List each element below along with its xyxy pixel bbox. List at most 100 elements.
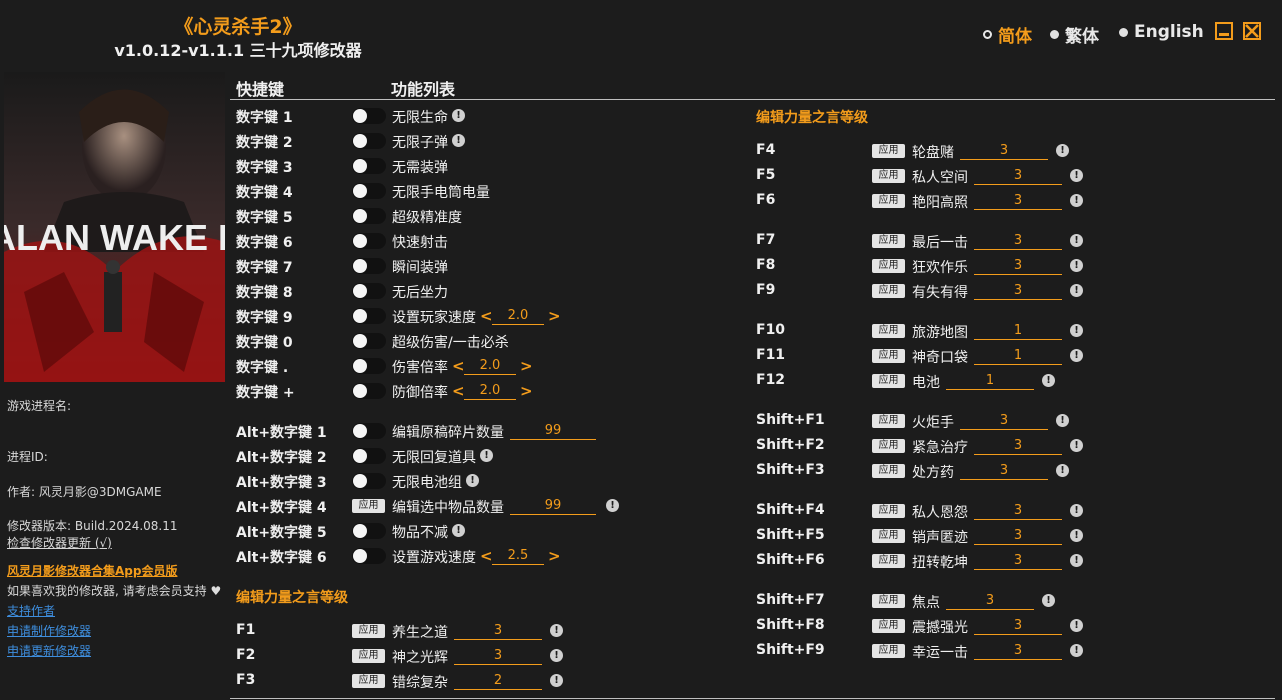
toggle-switch[interactable] [352, 358, 386, 374]
value-input[interactable]: 3 [974, 438, 1062, 455]
value-input[interactable]: 3 [960, 463, 1048, 480]
apply-button[interactable]: 应用 [352, 624, 385, 638]
support-author-link[interactable]: 支持作者 [7, 602, 55, 619]
apply-button[interactable]: 应用 [872, 644, 905, 658]
apply-button[interactable]: 应用 [352, 649, 385, 663]
info-icon[interactable]: ! [1070, 234, 1083, 247]
request-trainer-link[interactable]: 申请制作修改器 [7, 622, 91, 639]
info-icon[interactable]: ! [1070, 194, 1083, 207]
toggle-switch[interactable] [352, 183, 386, 199]
info-icon[interactable]: ! [550, 649, 563, 662]
toggle-switch[interactable] [352, 548, 386, 564]
value-input[interactable]: 3 [974, 233, 1062, 250]
info-icon[interactable]: ! [452, 524, 465, 537]
info-icon[interactable]: ! [1070, 324, 1083, 337]
info-icon[interactable]: ! [550, 624, 563, 637]
apply-button[interactable]: 应用 [872, 554, 905, 568]
apply-button[interactable]: 应用 [872, 439, 905, 453]
info-icon[interactable]: ! [1070, 644, 1083, 657]
value-input[interactable]: 1 [946, 373, 1034, 390]
info-icon[interactable]: ! [1070, 169, 1083, 182]
info-icon[interactable]: ! [1056, 144, 1069, 157]
value-input[interactable]: 2.0 [492, 308, 544, 325]
decrease-arrow[interactable]: < [480, 308, 493, 324]
value-input[interactable]: 1 [974, 348, 1062, 365]
value-input[interactable]: 1 [974, 323, 1062, 340]
info-icon[interactable]: ! [1070, 439, 1083, 452]
vip-app-link[interactable]: 风灵月影修改器合集App会员版 [7, 562, 177, 579]
info-icon[interactable]: ! [1042, 594, 1055, 607]
toggle-switch[interactable] [352, 448, 386, 464]
lang-simplified[interactable]: 简体 [983, 22, 1032, 47]
apply-button[interactable]: 应用 [872, 504, 905, 518]
info-icon[interactable]: ! [1042, 374, 1055, 387]
value-input[interactable]: 3 [974, 193, 1062, 210]
info-icon[interactable]: ! [606, 499, 619, 512]
increase-arrow[interactable]: > [548, 548, 561, 564]
apply-button[interactable]: 应用 [352, 499, 385, 513]
value-input[interactable]: 3 [974, 553, 1062, 570]
increase-arrow[interactable]: > [520, 358, 533, 374]
apply-button[interactable]: 应用 [872, 144, 905, 158]
toggle-switch[interactable] [352, 108, 386, 124]
info-icon[interactable]: ! [1070, 259, 1083, 272]
value-input[interactable]: 3 [974, 168, 1062, 185]
info-icon[interactable]: ! [466, 474, 479, 487]
value-input[interactable]: 3 [974, 283, 1062, 300]
apply-button[interactable]: 应用 [872, 169, 905, 183]
toggle-switch[interactable] [352, 333, 386, 349]
toggle-switch[interactable] [352, 383, 386, 399]
decrease-arrow[interactable]: < [480, 548, 493, 564]
toggle-switch[interactable] [352, 233, 386, 249]
apply-button[interactable]: 应用 [872, 284, 905, 298]
info-icon[interactable]: ! [1056, 414, 1069, 427]
apply-button[interactable]: 应用 [872, 464, 905, 478]
apply-button[interactable]: 应用 [872, 349, 905, 363]
value-input[interactable]: 3 [974, 503, 1062, 520]
value-input[interactable]: 2 [454, 673, 542, 690]
value-input[interactable]: 3 [974, 643, 1062, 660]
info-icon[interactable]: ! [1070, 619, 1083, 632]
toggle-switch[interactable] [352, 208, 386, 224]
minimize-button[interactable] [1215, 22, 1233, 40]
value-input[interactable]: 3 [974, 258, 1062, 275]
info-icon[interactable]: ! [480, 449, 493, 462]
apply-button[interactable]: 应用 [872, 374, 905, 388]
value-input[interactable]: 2.0 [464, 383, 516, 400]
info-icon[interactable]: ! [1070, 529, 1083, 542]
apply-button[interactable]: 应用 [872, 414, 905, 428]
value-input[interactable]: 3 [960, 143, 1048, 160]
value-input[interactable]: 3 [946, 593, 1034, 610]
value-input[interactable]: 3 [960, 413, 1048, 430]
info-icon[interactable]: ! [1056, 464, 1069, 477]
request-update-link[interactable]: 申请更新修改器 [7, 642, 91, 659]
decrease-arrow[interactable]: < [452, 383, 465, 399]
value-input[interactable]: 3 [454, 623, 542, 640]
info-icon[interactable]: ! [1070, 504, 1083, 517]
apply-button[interactable]: 应用 [872, 324, 905, 338]
toggle-switch[interactable] [352, 283, 386, 299]
value-input[interactable]: 2.0 [464, 358, 516, 375]
toggle-switch[interactable] [352, 133, 386, 149]
value-input[interactable]: 3 [454, 648, 542, 665]
toggle-switch[interactable] [352, 308, 386, 324]
value-input[interactable]: 99 [510, 423, 596, 440]
value-input[interactable]: 99 [510, 498, 596, 515]
apply-button[interactable]: 应用 [872, 234, 905, 248]
value-input[interactable]: 3 [974, 618, 1062, 635]
apply-button[interactable]: 应用 [872, 194, 905, 208]
toggle-switch[interactable] [352, 158, 386, 174]
decrease-arrow[interactable]: < [452, 358, 465, 374]
toggle-switch[interactable] [352, 523, 386, 539]
apply-button[interactable]: 应用 [872, 594, 905, 608]
info-icon[interactable]: ! [1070, 349, 1083, 362]
info-icon[interactable]: ! [452, 109, 465, 122]
check-update-link[interactable]: 检查修改器更新 (√) [7, 534, 112, 551]
info-icon[interactable]: ! [1070, 284, 1083, 297]
toggle-switch[interactable] [352, 423, 386, 439]
lang-english[interactable]: English [1119, 22, 1204, 42]
toggle-switch[interactable] [352, 473, 386, 489]
increase-arrow[interactable]: > [520, 383, 533, 399]
toggle-switch[interactable] [352, 258, 386, 274]
value-input[interactable]: 3 [974, 528, 1062, 545]
